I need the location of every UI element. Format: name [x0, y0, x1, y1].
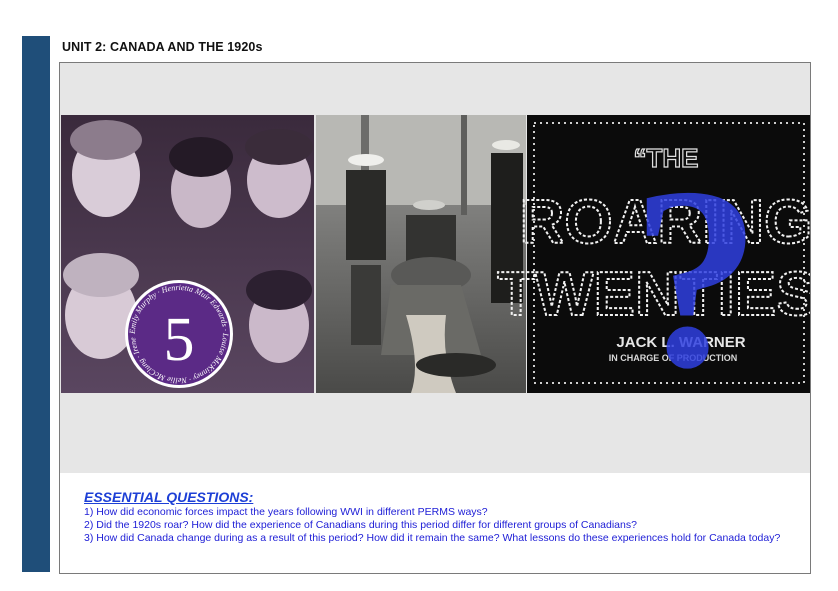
- famous-five-photo: Emily Murphy · Henrietta Muir Edwards · …: [61, 115, 314, 393]
- essential-questions-heading: ESSENTIAL QUESTIONS:: [84, 489, 254, 505]
- medallion-number: 5: [164, 306, 195, 374]
- question-item: 3) How did Canada change during as a res…: [84, 531, 781, 544]
- question-item: 2) Did the 1920s roar? How did the exper…: [84, 518, 637, 531]
- question-mark-icon: ?: [631, 134, 761, 393]
- question-item: 1) How did economic forces impact the ye…: [84, 506, 488, 518]
- image-panel: Emily Murphy · Henrietta Muir Edwards · …: [60, 63, 810, 473]
- essential-questions: ESSENTIAL QUESTIONS: 1) How did economic…: [84, 489, 794, 544]
- roaring-twenties-poster: “THE ROARING TWENTIES’ JACK L. WARNER IN…: [496, 115, 810, 393]
- page-title: UNIT 2: CANADA AND THE 1920s: [62, 40, 263, 54]
- collage-svg: Emily Murphy · Henrietta Muir Edwards · …: [61, 115, 810, 393]
- banner-collage: Emily Murphy · Henrietta Muir Edwards · …: [61, 115, 810, 393]
- sidebar-bar: [22, 36, 50, 572]
- content-box: Emily Murphy · Henrietta Muir Edwards · …: [59, 62, 811, 574]
- prohibition-photo: [316, 115, 526, 393]
